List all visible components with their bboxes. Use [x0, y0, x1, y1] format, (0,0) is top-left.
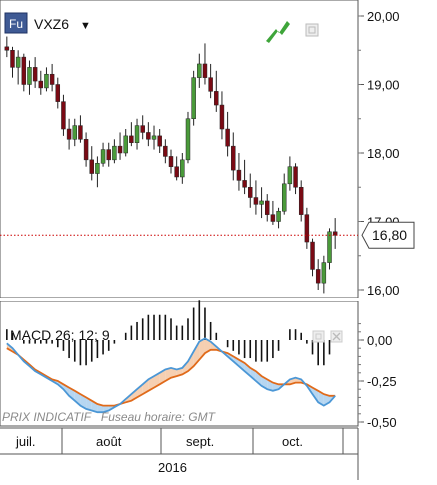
candle-body	[242, 180, 247, 188]
chart-window: 16,0017,0018,0019,0020,00 16,80 0,00-0,2…	[0, 0, 437, 480]
maximize-icon[interactable]	[305, 23, 319, 37]
macd-tick-label: 0,00	[367, 333, 392, 348]
candle-body	[191, 77, 196, 119]
candle-body	[315, 269, 321, 284]
candle-body	[270, 214, 276, 222]
symbol-name[interactable]: VXZ6	[34, 16, 69, 32]
candle-body	[259, 200, 264, 205]
macd-tick-label: -0,25	[367, 374, 397, 389]
indicator-title[interactable]: MACD 26; 12; 9	[10, 327, 110, 343]
symbol-dropdown-icon[interactable]: ▼	[80, 20, 91, 32]
candle-body	[49, 73, 55, 85]
candle-body	[89, 159, 94, 174]
year-label: 2016	[158, 460, 187, 475]
candle-body	[27, 67, 32, 85]
candle-body	[265, 200, 270, 215]
candle[interactable]	[185, 111, 191, 164]
candle-body	[174, 166, 179, 178]
candle-body	[157, 135, 162, 147]
candle-body	[134, 125, 140, 143]
candle-body	[44, 73, 49, 89]
candle-body	[112, 145, 117, 161]
candle-body	[78, 125, 83, 140]
candle-body	[180, 159, 185, 178]
candle-body	[298, 187, 304, 215]
indicator-panel[interactable]	[0, 300, 359, 427]
candle-body	[4, 46, 10, 51]
panel-separator[interactable]	[0, 298, 437, 301]
candle-body	[219, 104, 225, 130]
candle-body	[225, 128, 230, 147]
candle-body	[327, 231, 332, 263]
candle-body	[253, 197, 259, 205]
last-price-label: 16,80	[372, 227, 407, 243]
candle-body	[100, 149, 106, 164]
candle-body	[10, 50, 15, 68]
candle-body	[117, 145, 123, 154]
symbol-badge-label: Fu	[9, 17, 23, 31]
candle-body	[129, 135, 134, 143]
indicator-close-icon[interactable]	[330, 330, 343, 343]
candle-body	[276, 210, 281, 222]
candle-body	[231, 145, 236, 171]
candle-body	[304, 214, 310, 243]
candle-body	[38, 80, 44, 89]
candle-body	[55, 84, 61, 102]
candle-body	[293, 166, 298, 188]
candle-body	[151, 135, 157, 140]
indicator-axis-area	[358, 301, 437, 426]
candle-body	[310, 241, 315, 270]
candle-body	[146, 132, 151, 140]
candle-body	[163, 145, 168, 157]
candle-body	[321, 262, 327, 284]
candle-body	[106, 149, 111, 161]
price-tick-label: 19,00	[367, 78, 400, 93]
candle-body	[95, 163, 100, 174]
candle-body	[32, 67, 38, 82]
candle-body	[248, 187, 253, 198]
candle-body	[281, 183, 287, 212]
candle-body	[185, 118, 191, 161]
price-tick-label: 20,00	[367, 9, 400, 24]
price-tick-label: 16,00	[367, 283, 400, 298]
candle-body	[214, 91, 219, 106]
price-panel[interactable]	[0, 0, 359, 299]
candle-body	[66, 128, 72, 140]
candle-body	[287, 166, 293, 185]
chart-canvas: 16,0017,0018,0019,0020,00 16,80 0,00-0,2…	[0, 0, 437, 480]
candle-body	[83, 139, 89, 161]
candle-body	[208, 77, 213, 92]
candle-body	[202, 63, 208, 78]
candle-body	[61, 101, 66, 130]
candle-body	[123, 135, 128, 154]
candle-body	[332, 231, 338, 236]
candle-body	[140, 125, 145, 133]
candle-body	[21, 56, 27, 85]
month-label: oct.	[282, 434, 303, 449]
footer-watermark: PRIX INDICATIF Fuseau horaire: GMT	[2, 410, 217, 424]
macd-tick-label: -0,50	[367, 415, 397, 430]
month-label: juil.	[15, 434, 36, 449]
indicator-maximize-icon[interactable]	[312, 330, 325, 343]
month-label: août	[96, 434, 122, 449]
candle-body	[168, 156, 174, 167]
price-tick-label: 18,00	[367, 146, 400, 161]
candle[interactable]	[191, 70, 196, 126]
candle-body	[15, 56, 21, 68]
candle-body	[236, 169, 242, 181]
candle-body	[72, 125, 77, 140]
month-label: sept.	[186, 434, 214, 449]
candle-body	[197, 63, 202, 78]
